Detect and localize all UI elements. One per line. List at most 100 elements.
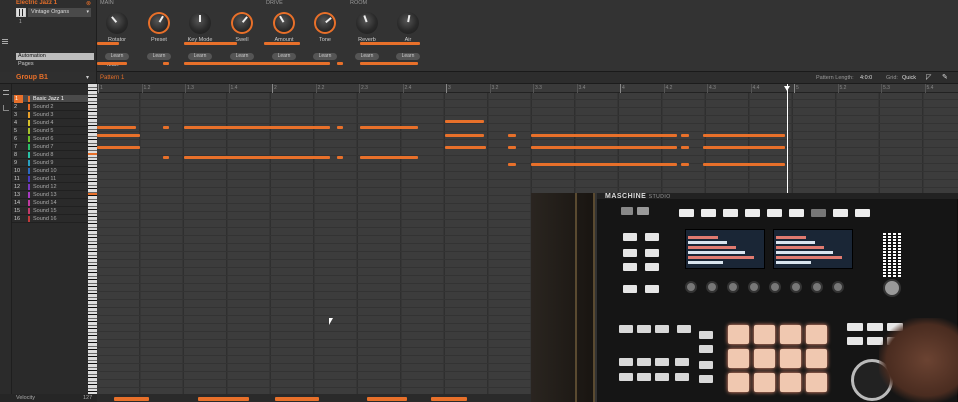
midi-note[interactable]: [508, 146, 516, 149]
midi-note[interactable]: [97, 126, 136, 129]
velocity-marker[interactable]: [431, 397, 467, 401]
piano-keyboard[interactable]: [88, 84, 97, 394]
knob-rotator[interactable]: [106, 12, 128, 34]
midi-note[interactable]: [360, 156, 418, 159]
learn-button[interactable]: Learn: [313, 53, 337, 60]
midi-note[interactable]: [264, 42, 300, 45]
midi-note[interactable]: [184, 156, 330, 159]
learn-button[interactable]: Learn: [230, 53, 254, 60]
timeline-ruler[interactable]: 1 1.2 1.3 1.4 2 2.2 2.3 2.4 3 3.2 3.3 3.4 4 4.2 4.3 4.4…: [97, 84, 958, 93]
sound-slot[interactable]: 15 Sound 15: [12, 207, 88, 215]
sound-slot[interactable]: 9 Sound 9: [12, 159, 88, 167]
midi-note[interactable]: [184, 62, 330, 65]
midi-note[interactable]: [163, 156, 169, 159]
pattern-name[interactable]: Pattern 1: [100, 75, 124, 81]
learn-button[interactable]: Learn: [355, 53, 379, 60]
midi-note[interactable]: [703, 146, 785, 149]
sound-slot[interactable]: 6 Sound 6: [12, 135, 88, 143]
midi-note[interactable]: [531, 163, 677, 166]
velocity-marker[interactable]: [367, 397, 407, 401]
midi-note[interactable]: [163, 126, 169, 129]
learn-button[interactable]: Learn: [272, 53, 296, 60]
midi-note[interactable]: [184, 126, 330, 129]
learn-button[interactable]: Learn: [396, 53, 420, 60]
pointer-icon[interactable]: [3, 105, 9, 111]
midi-note[interactable]: [681, 163, 689, 166]
knob-tone[interactable]: [314, 12, 336, 34]
chevron-down-icon[interactable]: ▾: [86, 74, 89, 81]
midi-note[interactable]: [163, 62, 169, 65]
midi-note[interactable]: [445, 146, 486, 149]
list-view-icon[interactable]: [3, 90, 9, 95]
group-bar[interactable]: Group B1 ▾: [0, 72, 97, 84]
knob-air[interactable]: [397, 12, 419, 34]
knob-pointer: [279, 15, 285, 23]
midi-note[interactable]: [531, 134, 677, 137]
plugin-close-icon[interactable]: ⊗: [86, 0, 91, 7]
midi-note[interactable]: [445, 134, 484, 137]
midi-note[interactable]: [508, 134, 516, 137]
sound-slot[interactable]: 7 Sound 7: [12, 143, 88, 151]
menu-icon[interactable]: [2, 39, 8, 44]
device-button: [645, 263, 659, 271]
midi-note[interactable]: [360, 126, 418, 129]
pattern-length-value[interactable]: 4:0:0: [860, 75, 872, 81]
device-button: [645, 233, 659, 241]
midi-note[interactable]: [97, 42, 119, 45]
sound-color-swatch: [28, 128, 30, 134]
sound-slot[interactable]: 5 Sound 5: [12, 127, 88, 135]
midi-note[interactable]: [97, 146, 140, 149]
midi-note[interactable]: [97, 134, 140, 137]
sound-slot[interactable]: 10 Sound 10: [12, 167, 88, 175]
sound-slot[interactable]: 12 Sound 12: [12, 183, 88, 191]
tab-automation[interactable]: Automation: [16, 53, 94, 60]
velocity-marker[interactable]: [114, 397, 149, 401]
knob-swell[interactable]: [231, 12, 253, 34]
midi-note[interactable]: [360, 62, 418, 65]
sound-slot[interactable]: 14 Sound 14: [12, 199, 88, 207]
midi-note[interactable]: [360, 42, 420, 45]
knob-preset[interactable]: [148, 12, 170, 34]
midi-note[interactable]: [531, 146, 677, 149]
playhead-marker[interactable]: [784, 86, 790, 91]
learn-button[interactable]: Learn: [188, 53, 212, 60]
group-name[interactable]: Group B1: [16, 74, 48, 81]
tab-pages[interactable]: Pages: [16, 61, 34, 67]
plugin-name[interactable]: Electric Jazz 1: [16, 0, 57, 6]
velocity-marker[interactable]: [198, 397, 249, 401]
sound-slot[interactable]: 4 Sound 4: [12, 119, 88, 127]
midi-note[interactable]: [184, 42, 237, 45]
knob-reverb[interactable]: [356, 12, 378, 34]
select-tool-icon[interactable]: ◸: [926, 74, 936, 82]
learn-button[interactable]: Learn: [147, 53, 171, 60]
knob-amount[interactable]: [273, 12, 295, 34]
sound-name: Sound 11: [33, 176, 57, 182]
midi-note[interactable]: [703, 134, 785, 137]
midi-note[interactable]: [445, 120, 484, 123]
midi-note[interactable]: [337, 126, 343, 129]
midi-note[interactable]: [508, 163, 516, 166]
preset-select[interactable]: Vintage Organs ▾: [28, 8, 91, 17]
sound-number: 14: [14, 200, 21, 206]
sound-slot[interactable]: 11 Sound 11: [12, 175, 88, 183]
velocity-marker[interactable]: [275, 397, 319, 401]
draw-tool-icon[interactable]: ✎: [942, 74, 952, 82]
midi-note[interactable]: [703, 163, 785, 166]
learn-button[interactable]: Learn: [105, 53, 129, 60]
sound-slot[interactable]: 2 Sound 2: [12, 103, 88, 111]
midi-note[interactable]: [681, 146, 689, 149]
grid-value[interactable]: Quick: [902, 75, 916, 81]
midi-note[interactable]: [97, 62, 127, 65]
sound-slot[interactable]: 16 Sound 16: [12, 215, 88, 223]
sound-slot[interactable]: 13 Sound 13: [12, 191, 88, 199]
device-button: [677, 325, 691, 333]
device-button: [699, 375, 713, 383]
device-button: [847, 337, 863, 345]
midi-note[interactable]: [337, 156, 343, 159]
knob-key-mode[interactable]: [189, 12, 211, 34]
sound-slot[interactable]: 3 Sound 3: [12, 111, 88, 119]
midi-note[interactable]: [681, 134, 689, 137]
sound-slot[interactable]: 1 Basic Jazz 1: [12, 95, 88, 103]
sound-slot[interactable]: 8 Sound 8: [12, 151, 88, 159]
midi-note[interactable]: [337, 62, 343, 65]
